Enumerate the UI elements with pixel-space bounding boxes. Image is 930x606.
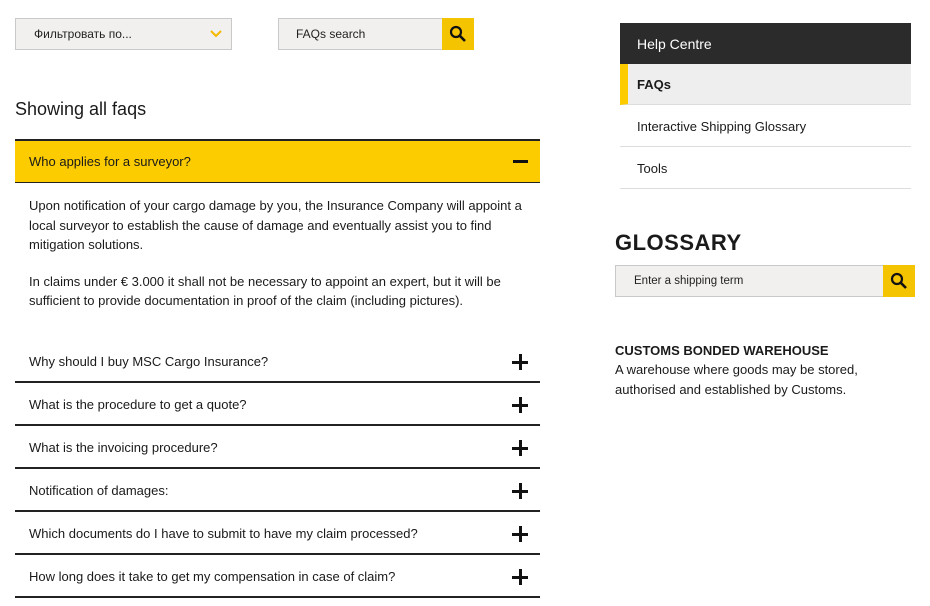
- glossary-search-placeholder: Enter a shipping term: [634, 275, 744, 287]
- answer-paragraph: Upon notification of your cargo damage b…: [29, 198, 522, 252]
- search-icon: [890, 272, 907, 289]
- sidebar-item-label: FAQs: [637, 76, 671, 92]
- sidebar-item-label: Interactive Shipping Glossary: [637, 118, 807, 134]
- faq-item-expanded[interactable]: Who applies for a surveyor?: [15, 139, 540, 183]
- faq-item[interactable]: Which documents do I have to submit to h…: [15, 513, 540, 555]
- faq-question: What is the invoicing procedure?: [29, 439, 218, 455]
- page-title: Showing all faqs: [15, 99, 147, 119]
- faq-item[interactable]: What is the invoicing procedure?: [15, 427, 540, 469]
- help-centre-title: Help Centre: [637, 35, 712, 52]
- glossary-search: Enter a shipping term: [615, 265, 915, 297]
- answer-paragraph: In claims under € 3.000 it shall not be …: [29, 273, 501, 309]
- faq-search-placeholder: FAQs search: [296, 27, 366, 41]
- plus-icon[interactable]: [512, 483, 528, 499]
- faq-item[interactable]: Why should I buy MSC Cargo Insurance?: [15, 341, 540, 383]
- glossary-title: GLOSSARY: [615, 230, 742, 255]
- sidebar-item-faqs[interactable]: FAQs: [620, 64, 911, 105]
- chevron-down-icon: [210, 30, 222, 38]
- glossary-term: CUSTOMS BONDED WAREHOUSE: [615, 343, 829, 358]
- faq-question: Why should I buy MSC Cargo Insurance?: [29, 353, 269, 369]
- faq-question: Notification of damages:: [29, 482, 169, 498]
- plus-icon[interactable]: [512, 569, 528, 585]
- faq-search-input[interactable]: FAQs search: [278, 18, 442, 50]
- filter-label: Фильтровать по...: [34, 27, 132, 41]
- faq-search: FAQs search: [278, 18, 474, 50]
- faq-question: What is the procedure to get a quote?: [29, 396, 247, 412]
- faq-search-button[interactable]: [442, 18, 474, 50]
- filter-dropdown[interactable]: Фильтровать по...: [15, 18, 232, 50]
- minus-icon[interactable]: [513, 160, 528, 163]
- plus-icon[interactable]: [512, 354, 528, 370]
- faq-question: Who applies for a surveyor?: [29, 154, 191, 169]
- help-centre-header: Help Centre: [620, 23, 911, 64]
- faq-question: How long does it take to get my compensa…: [29, 568, 396, 584]
- glossary-search-input[interactable]: Enter a shipping term: [615, 265, 883, 297]
- glossary-definition: A warehouse where goods may be stored, a…: [615, 362, 858, 397]
- plus-icon[interactable]: [512, 397, 528, 413]
- faq-question: Which documents do I have to submit to h…: [29, 525, 418, 541]
- faq-item[interactable]: What is the procedure to get a quote?: [15, 384, 540, 426]
- sidebar-item-tools[interactable]: Tools: [620, 148, 911, 189]
- glossary-search-button[interactable]: [883, 265, 915, 297]
- faq-item[interactable]: How long does it take to get my compensa…: [15, 556, 540, 598]
- sidebar-item-glossary[interactable]: Interactive Shipping Glossary: [620, 106, 911, 147]
- faq-answer: Upon notification of your cargo damage b…: [29, 196, 529, 328]
- sidebar-item-label: Tools: [637, 160, 668, 176]
- search-icon: [449, 25, 466, 42]
- plus-icon[interactable]: [512, 440, 528, 456]
- faq-item[interactable]: Notification of damages:: [15, 470, 540, 512]
- plus-icon[interactable]: [512, 526, 528, 542]
- faq-list: Why should I buy MSC Cargo Insurance? Wh…: [15, 341, 540, 599]
